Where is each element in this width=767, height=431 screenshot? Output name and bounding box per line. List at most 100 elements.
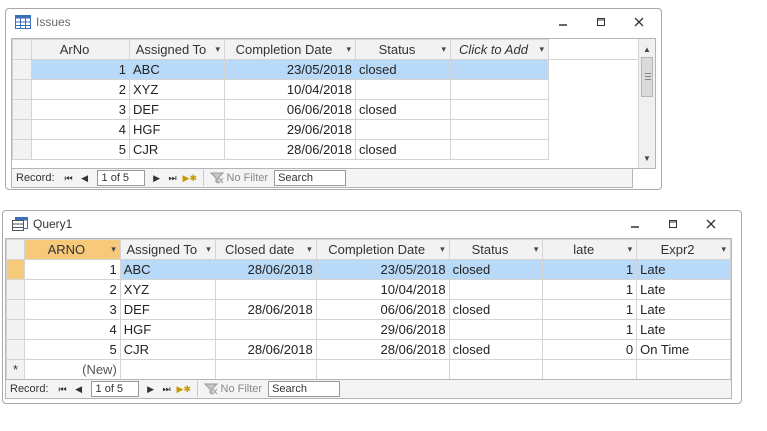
table-row[interactable]: 1 ABC 28/06/2018 23/05/2018 closed 1 Lat… bbox=[6, 259, 731, 280]
scroll-up-icon[interactable]: ▲ bbox=[639, 41, 655, 57]
restore-icon[interactable] bbox=[665, 216, 681, 232]
column-header-closed-date[interactable]: Closed date ▾ bbox=[214, 239, 317, 260]
chevron-down-icon[interactable]: ▾ bbox=[206, 244, 211, 255]
table-row[interactable]: 2 XYZ 10/04/2018 1 Late bbox=[6, 279, 731, 300]
cell-late[interactable]: 1 bbox=[542, 279, 638, 300]
cell-expr2[interactable]: Late bbox=[636, 319, 731, 340]
cell-click-to-add[interactable] bbox=[450, 119, 549, 140]
column-header-assigned-to[interactable]: Assigned To ▾ bbox=[129, 39, 225, 60]
cell-new-arno[interactable]: (New) bbox=[23, 359, 121, 379]
chevron-down-icon[interactable]: ▾ bbox=[721, 244, 726, 255]
cell-arno[interactable]: 3 bbox=[23, 299, 121, 320]
restore-icon[interactable] bbox=[593, 14, 609, 30]
cell-new[interactable] bbox=[214, 359, 317, 379]
cell-late[interactable]: 0 bbox=[542, 339, 638, 360]
row-selector[interactable] bbox=[6, 299, 25, 320]
cell-assigned-to[interactable]: ABC bbox=[119, 259, 216, 280]
cell-assigned-to[interactable]: ABC bbox=[129, 59, 225, 80]
cell-status[interactable]: closed bbox=[355, 139, 451, 160]
query-title-bar[interactable]: Query1 bbox=[3, 211, 741, 237]
scroll-down-icon[interactable]: ▼ bbox=[639, 150, 655, 166]
cell-expr2[interactable]: On Time bbox=[636, 339, 731, 360]
cell-arno[interactable]: 4 bbox=[31, 119, 130, 140]
table-row[interactable]: 4 HGF 29/06/2018 1 Late bbox=[6, 319, 731, 340]
cell-arno[interactable]: 4 bbox=[23, 319, 121, 340]
table-row[interactable]: 3 DEF 28/06/2018 06/06/2018 closed 1 Lat… bbox=[6, 299, 731, 320]
cell-assigned-to[interactable]: HGF bbox=[129, 119, 225, 140]
cell-click-to-add[interactable] bbox=[450, 139, 549, 160]
table-row[interactable]: 2 XYZ 10/04/2018 bbox=[12, 79, 643, 100]
cell-new[interactable] bbox=[448, 359, 544, 379]
minimize-icon[interactable] bbox=[627, 216, 643, 232]
cell-arno[interactable]: 2 bbox=[23, 279, 121, 300]
next-record-icon[interactable]: ▶ bbox=[145, 384, 157, 395]
cell-late[interactable]: 1 bbox=[542, 259, 638, 280]
next-record-icon[interactable]: ▶ bbox=[151, 173, 163, 184]
no-filter-button[interactable]: No Filter bbox=[209, 172, 268, 184]
cell-click-to-add[interactable] bbox=[450, 99, 549, 120]
cell-assigned-to[interactable]: CJR bbox=[119, 339, 216, 360]
row-selector[interactable] bbox=[6, 339, 25, 360]
issues-vertical-scrollbar[interactable]: ▲ ▼ bbox=[638, 39, 655, 168]
minimize-icon[interactable] bbox=[555, 14, 571, 30]
cell-new[interactable] bbox=[315, 359, 450, 379]
cell-completion-date[interactable]: 29/06/2018 bbox=[315, 319, 450, 340]
new-record-marker[interactable]: * bbox=[6, 359, 25, 379]
cell-closed-date[interactable] bbox=[214, 279, 317, 300]
select-all-corner[interactable] bbox=[6, 239, 25, 260]
first-record-icon[interactable]: ⏮ bbox=[63, 173, 75, 184]
cell-completion-date[interactable]: 23/05/2018 bbox=[224, 59, 356, 80]
cell-completion-date[interactable]: 06/06/2018 bbox=[224, 99, 356, 120]
cell-status[interactable]: closed bbox=[448, 299, 544, 320]
chevron-down-icon[interactable]: ▾ bbox=[111, 244, 116, 255]
cell-status[interactable]: closed bbox=[355, 59, 451, 80]
new-record-icon[interactable]: ▶✱ bbox=[177, 384, 191, 395]
column-header-expr2[interactable]: Expr2 ▾ bbox=[636, 239, 731, 260]
cell-click-to-add[interactable] bbox=[450, 59, 549, 80]
cell-assigned-to[interactable]: DEF bbox=[129, 99, 225, 120]
chevron-down-icon[interactable]: ▾ bbox=[441, 44, 446, 55]
search-input[interactable]: Search bbox=[268, 381, 341, 397]
column-header-completion-date[interactable]: Completion Date ▾ bbox=[224, 39, 356, 60]
new-record-row[interactable]: * (New) bbox=[6, 359, 731, 379]
cell-completion-date[interactable]: 28/06/2018 bbox=[224, 139, 356, 160]
cell-completion-date[interactable]: 29/06/2018 bbox=[224, 119, 356, 140]
row-selector[interactable] bbox=[12, 59, 32, 80]
record-position-field[interactable]: 1 of 5 bbox=[96, 170, 145, 186]
chevron-down-icon[interactable]: ▾ bbox=[440, 244, 445, 255]
first-record-icon[interactable]: ⏮ bbox=[57, 384, 69, 395]
chevron-down-icon[interactable]: ▾ bbox=[307, 244, 312, 255]
cell-arno[interactable]: 5 bbox=[31, 139, 130, 160]
cell-expr2[interactable]: Late bbox=[636, 259, 731, 280]
row-selector[interactable] bbox=[6, 259, 25, 280]
cell-closed-date[interactable]: 28/06/2018 bbox=[214, 339, 317, 360]
close-icon[interactable] bbox=[703, 216, 719, 232]
cell-new[interactable] bbox=[636, 359, 731, 379]
column-header-status[interactable]: Status ▾ bbox=[355, 39, 451, 60]
cell-click-to-add[interactable] bbox=[450, 79, 549, 100]
row-selector[interactable] bbox=[12, 119, 32, 140]
cell-arno[interactable]: 2 bbox=[31, 79, 130, 100]
last-record-icon[interactable]: ⏭ bbox=[161, 384, 173, 395]
cell-status[interactable] bbox=[355, 79, 451, 100]
table-row[interactable]: 1 ABC 23/05/2018 closed bbox=[12, 59, 643, 80]
cell-assigned-to[interactable]: XYZ bbox=[119, 279, 216, 300]
cell-completion-date[interactable]: 23/05/2018 bbox=[315, 259, 450, 280]
cell-assigned-to[interactable]: CJR bbox=[129, 139, 225, 160]
cell-status[interactable]: closed bbox=[355, 99, 451, 120]
cell-new[interactable] bbox=[542, 359, 638, 379]
cell-new[interactable] bbox=[119, 359, 216, 379]
column-header-status[interactable]: Status ▾ bbox=[448, 239, 544, 260]
cell-status[interactable] bbox=[355, 119, 451, 140]
cell-expr2[interactable]: Late bbox=[636, 279, 731, 300]
row-selector[interactable] bbox=[6, 319, 25, 340]
chevron-down-icon[interactable]: ▾ bbox=[539, 44, 544, 55]
cell-closed-date[interactable]: 28/06/2018 bbox=[214, 259, 317, 280]
column-header-late[interactable]: late ▾ bbox=[542, 239, 638, 260]
no-filter-button[interactable]: No Filter bbox=[203, 383, 262, 395]
cell-late[interactable]: 1 bbox=[542, 319, 638, 340]
close-icon[interactable] bbox=[631, 14, 647, 30]
cell-status[interactable]: closed bbox=[448, 259, 544, 280]
cell-status[interactable]: closed bbox=[448, 339, 544, 360]
cell-completion-date[interactable]: 10/04/2018 bbox=[224, 79, 356, 100]
